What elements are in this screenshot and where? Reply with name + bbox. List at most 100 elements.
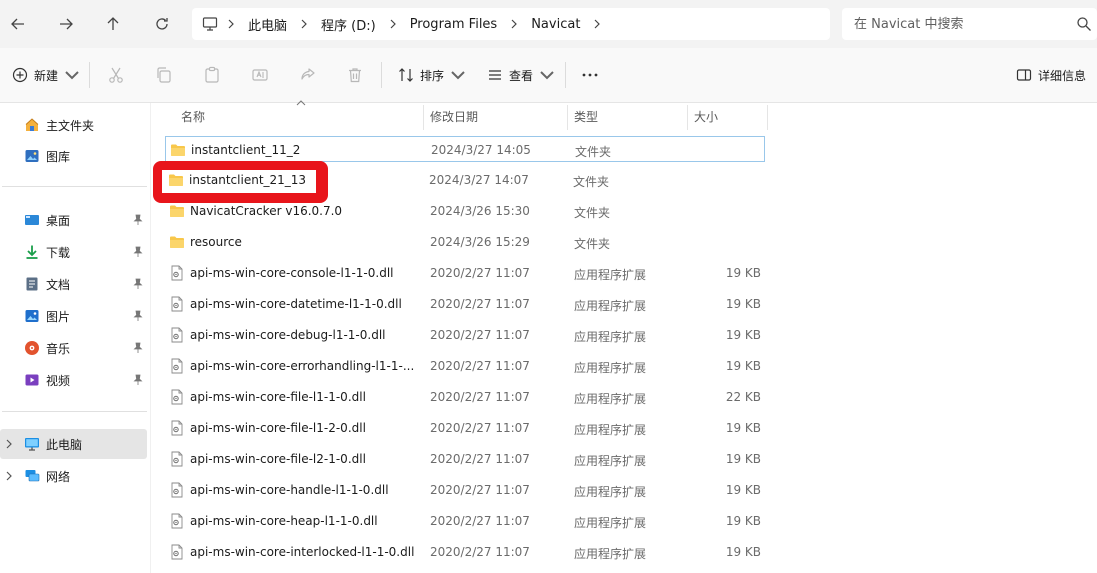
file-row[interactable]: api-ms-win-core-errorhandling-l1-1-... 20… [165, 353, 765, 379]
sort-button[interactable]: 排序 [398, 60, 466, 90]
file-row[interactable]: api-ms-win-core-heap-l1-1-0.dll 2020/2/27… [165, 508, 765, 534]
sidebar-item-desktop[interactable]: 桌面 [0, 205, 147, 235]
chevron-right-icon [220, 19, 242, 29]
breadcrumb-navicat[interactable]: Navicat [525, 17, 586, 32]
file-row[interactable]: api-ms-win-core-file-l1-2-0.dll 2020/2/27… [165, 415, 765, 441]
sidebar-item-home[interactable]: 主文件夹 [0, 110, 147, 140]
file-row[interactable]: instantclient_21_13 2024/3/27 14:07 文件夹 [164, 167, 764, 193]
arrow-left-icon [11, 18, 24, 30]
sidebar-item-this-pc[interactable]: 此电脑 [0, 429, 147, 459]
file-date: 2020/2/27 11:07 [430, 359, 530, 373]
arrow-right-icon [60, 18, 73, 30]
file-name: api-ms-win-core-errorhandling-l1-1-... [190, 359, 415, 373]
breadcrumb-program-files[interactable]: Program Files [404, 17, 504, 32]
sidebar-item-label: 音乐 [46, 342, 71, 356]
sidebar-item-gallery[interactable]: 图库 [0, 141, 147, 171]
up-button[interactable] [97, 8, 129, 40]
forward-button[interactable] [50, 8, 82, 40]
sidebar-item-music[interactable]: 音乐 [0, 333, 147, 363]
picture-icon [25, 310, 39, 322]
file-date: 2020/2/27 11:07 [430, 545, 530, 559]
delete-button[interactable] [346, 66, 364, 84]
file-row[interactable]: api-ms-win-core-interlocked-l1-1-0.dll 20… [165, 539, 765, 565]
rename-icon [252, 69, 268, 81]
dll-file-icon [171, 389, 183, 405]
file-type: 文件夹 [573, 175, 610, 189]
sidebar-item-downloads[interactable]: 下载 [0, 237, 147, 267]
sidebar-item-label: 桌面 [46, 214, 71, 228]
file-row[interactable]: api-ms-win-core-console-l1-1-0.dll 2020/2… [165, 260, 765, 286]
pin-icon [133, 310, 143, 321]
file-size: 19 KB [725, 452, 761, 466]
sort-icon [399, 68, 413, 82]
file-name: api-ms-win-core-file-l2-1-0.dll [190, 452, 366, 466]
sidebar-item-pictures[interactable]: 图片 [0, 301, 147, 331]
trash-icon [349, 68, 361, 83]
column-divider[interactable] [767, 105, 768, 130]
column-divider[interactable] [423, 105, 424, 130]
new-button[interactable]: 新建 [12, 60, 80, 90]
breadcrumb-drive-d[interactable]: 程序 (D:) [315, 15, 382, 34]
file-row[interactable]: resource 2024/3/26 15:29 文件夹 [165, 229, 765, 255]
file-type: 应用程序扩展 [574, 330, 647, 344]
back-button[interactable] [2, 8, 34, 40]
rename-button[interactable] [251, 66, 269, 84]
file-type: 文件夹 [575, 145, 612, 159]
file-row[interactable]: instantclient_11_2 2024/3/27 14:05 文件夹 [165, 136, 765, 162]
file-type: 应用程序扩展 [574, 268, 647, 282]
breadcrumb-this-pc[interactable]: 此电脑 [242, 15, 293, 34]
file-date: 2020/2/27 11:07 [430, 452, 530, 466]
desktop-icon [25, 215, 39, 225]
file-name: resource [190, 235, 242, 249]
column-header-size[interactable]: 大小 [694, 103, 718, 130]
more-options-button[interactable] [581, 66, 599, 84]
dll-file-icon [171, 544, 183, 560]
file-row[interactable]: api-ms-win-core-handle-l1-1-0.dll 2020/2/… [165, 477, 765, 503]
file-row[interactable]: api-ms-win-core-file-l1-1-0.dll 2020/2/27… [165, 384, 765, 410]
copy-icon [157, 67, 171, 83]
details-pane-button[interactable]: 详细信息 [1016, 60, 1086, 90]
refresh-icon [156, 18, 168, 30]
refresh-button[interactable] [146, 8, 178, 40]
dll-file-icon [171, 296, 183, 312]
computer-icon [25, 438, 39, 451]
file-row[interactable]: api-ms-win-core-debug-l1-1-0.dll 2020/2/2… [165, 322, 765, 348]
cut-button[interactable] [107, 66, 125, 84]
pin-icon [133, 278, 143, 289]
chevron-right-icon[interactable] [4, 439, 14, 449]
sidebar-item-videos[interactable]: 视频 [0, 365, 147, 395]
address-bar-row: 此电脑 程序 (D:) Program Files Navicat [0, 0, 1097, 48]
copy-button[interactable] [155, 66, 173, 84]
search-input[interactable] [842, 8, 1072, 40]
view-button[interactable]: 查看 [487, 60, 555, 90]
file-date: 2020/2/27 11:07 [430, 390, 530, 404]
new-button-label: 新建 [34, 68, 59, 83]
file-date: 2024/3/27 14:07 [429, 173, 529, 187]
column-header-type[interactable]: 类型 [574, 103, 598, 130]
details-pane-icon [1016, 69, 1032, 81]
breadcrumb[interactable]: 此电脑 程序 (D:) Program Files Navicat [192, 8, 830, 40]
dll-file-icon [171, 451, 183, 467]
download-icon [26, 245, 38, 259]
column-header-date[interactable]: 修改日期 [430, 103, 478, 130]
file-date: 2020/2/27 11:07 [430, 328, 530, 342]
paste-button[interactable] [203, 66, 221, 84]
sidebar-divider [2, 411, 147, 412]
column-divider[interactable] [567, 105, 568, 130]
file-row[interactable]: api-ms-win-core-datetime-l1-1-0.dll 2020/… [165, 291, 765, 317]
chevron-right-icon[interactable] [4, 471, 14, 481]
file-size: 22 KB [725, 390, 761, 404]
column-header-name[interactable]: 名称 [181, 103, 205, 130]
column-divider[interactable] [687, 105, 688, 130]
file-date: 2020/2/27 11:07 [430, 297, 530, 311]
sidebar-item-network[interactable]: 网络 [0, 461, 147, 491]
file-row[interactable]: api-ms-win-core-file-l2-1-0.dll 2020/2/27… [165, 446, 765, 472]
share-button[interactable] [299, 66, 317, 84]
chevron-right-icon [586, 19, 608, 29]
navigation-pane: 主文件夹 图库 桌面 下载 文档 图片 音乐 视频 此电脑 网络 [0, 103, 150, 573]
file-name: api-ms-win-core-interlocked-l1-1-0.dll [190, 545, 415, 559]
file-name: api-ms-win-core-handle-l1-1-0.dll [190, 483, 389, 497]
sidebar-item-documents[interactable]: 文档 [0, 269, 147, 299]
toolbar-divider [381, 62, 382, 88]
file-name: instantclient_11_2 [191, 143, 301, 157]
